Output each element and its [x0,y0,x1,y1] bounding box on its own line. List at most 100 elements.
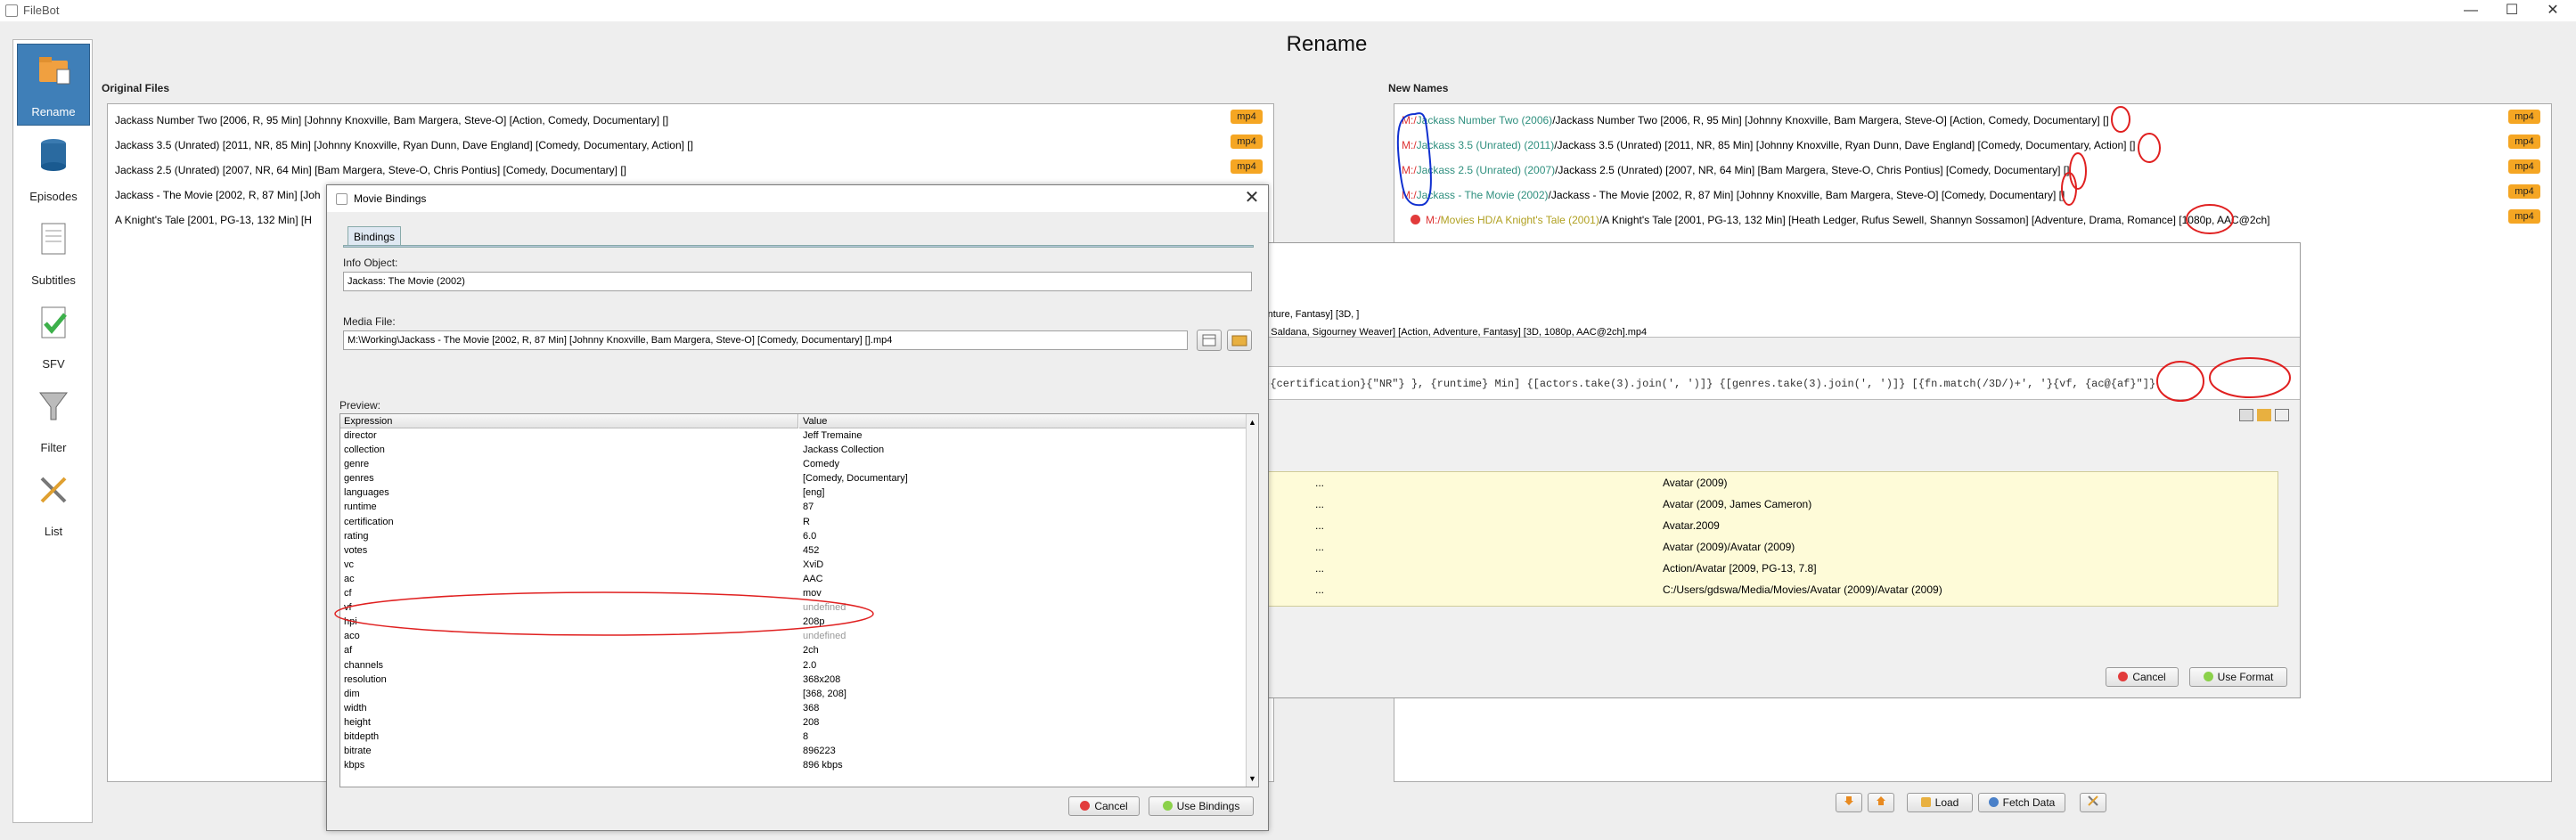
load-button[interactable]: Load [1907,793,1973,812]
use-format-button[interactable]: Use Format [2189,667,2287,687]
table-row[interactable]: rating 6.0 [340,529,1246,543]
table-row[interactable]: vc XviD [340,558,1246,572]
sidebar-item-subtitles[interactable]: Subtitles [17,213,90,295]
format-sample-area: venture, Fantasy] [3D, ] [1257,243,2300,338]
table-row: ... [1315,541,1325,553]
episodes-icon [41,139,66,171]
sidebar-item-sfv[interactable]: SFV [17,297,90,379]
sidebar-item-list[interactable]: List [17,464,90,546]
scroll-up-icon[interactable]: ▲ [1248,418,1256,427]
sidebar-item-episodes[interactable]: Episodes [17,129,90,211]
list-item[interactable]: Jackass 2.5 (Unrated) [2007, NR, 64 Min]… [115,159,1266,181]
table-icon[interactable] [2239,409,2253,421]
value-cell: 8 [803,730,809,742]
expression-cell: rating [344,530,369,542]
table-row: ... [1315,498,1325,510]
value-cell: 2.0 [803,659,817,671]
bindings-cancel-button[interactable]: Cancel [1068,796,1140,816]
list-item[interactable]: Jackass 3.5 (Unrated) [2011, NR, 85 Min]… [115,135,1266,156]
move-up-button[interactable] [1868,793,1894,812]
expression-cell: kbps [344,760,365,771]
folder-icon[interactable] [2257,409,2271,421]
settings-button[interactable] [2080,793,2106,812]
table-row[interactable]: director Jeff Tremaine [340,428,1246,443]
list-item[interactable]: M:/Jackass Number Two (2006)/Jackass Num… [1402,110,2544,131]
table-row[interactable]: collection Jackass Collection [340,443,1246,457]
format-cancel-button[interactable]: Cancel [2106,667,2179,687]
table-row[interactable]: channels 2.0 [340,658,1246,673]
media-file-field[interactable]: M:\Working\Jackass - The Movie [2002, R,… [343,330,1188,350]
expression-cell: bitdepth [344,730,380,742]
table-row[interactable]: kbps 896 kbps [340,758,1246,772]
open-folder-button[interactable] [1227,330,1252,351]
table-row[interactable]: dim [368, 208] [340,687,1246,701]
table-row[interactable]: af 2ch [340,643,1246,657]
table-row[interactable]: bitdepth 8 [340,730,1246,744]
window-title: FileBot [23,4,60,17]
value-cell: 2ch [803,645,819,657]
list-item[interactable]: M:/Jackass 3.5 (Unrated) (2011)/Jackass … [1402,135,2544,156]
table-row[interactable]: height 208 [340,715,1246,730]
value-cell: [Comedy, Documentary] [803,473,908,485]
browse-button[interactable] [1197,330,1222,351]
filebot-app-icon [336,193,348,205]
list-item[interactable]: M:/Jackass - The Movie (2002)/Jackass - … [1402,184,2544,206]
new-names-label: New Names [1388,82,1449,94]
format-toolbar [2239,409,2293,425]
move-down-button[interactable] [1836,793,1862,812]
preview-scrollbar[interactable]: ▲ ▼ [1246,414,1258,787]
minimize-button[interactable]: — [2450,0,2491,21]
table-row: Action/Avatar [2009, PG-13, 7.8] [1663,562,1817,575]
table-row: C:/Users/gdswa/Media/Movies/Avatar (2009… [1663,583,1942,596]
list-item[interactable]: M:/Movies HD/A Knight's Tale (2001)/A Kn… [1411,209,2544,231]
table-row[interactable]: ac AAC [340,572,1246,586]
value-cell: 368x208 [803,673,841,685]
scroll-down-icon[interactable]: ▼ [1248,774,1256,783]
save-icon[interactable] [2275,409,2289,421]
table-row: Avatar (2009) [1663,477,1728,489]
table-row[interactable]: vf undefined [340,600,1246,615]
table-row[interactable]: votes 452 [340,543,1246,558]
table-row: Avatar (2009)/Avatar (2009) [1663,541,1795,553]
maximize-button[interactable]: ☐ [2491,0,2532,21]
table-row[interactable]: resolution 368x208 [340,673,1246,687]
info-object-field[interactable]: Jackass: The Movie (2002) [343,272,1252,291]
list-item[interactable]: Jackass Number Two [2006, R, 95 Min] [Jo… [115,110,1266,131]
folder-icon [1231,335,1247,347]
preview-table[interactable]: Expression Value director Jeff Tremaine co… [339,413,1259,787]
sidebar: Rename Episodes Subtitles SFV Filter Lis… [12,39,93,823]
expression-cell: af [344,645,353,657]
format-expression-editor[interactable]: n}{certification}{"NR"} }, {runtime} Min… [1257,366,2300,400]
tab-bindings[interactable]: Bindings [348,226,401,246]
dialog-close-button[interactable]: ✕ [1241,185,1263,212]
folder-icon [1920,797,1931,807]
value-cell: 452 [803,544,820,556]
value-cell: 896223 [803,746,836,757]
table-row[interactable]: cf mov [340,586,1246,600]
table-row[interactable]: hpi 208p [340,615,1246,629]
fetch-data-button[interactable]: Fetch Data [1978,793,2065,812]
table-row[interactable]: aco undefined [340,629,1246,643]
list-item[interactable]: M:/Jackass 2.5 (Unrated) (2007)/Jackass … [1402,159,2544,181]
table-row[interactable]: runtime 87 [340,500,1246,514]
table-row[interactable]: genre Comedy [340,457,1246,471]
use-bindings-button[interactable]: Use Bindings [1149,796,1254,816]
column-header-expression[interactable]: Expression [340,414,798,428]
table-row[interactable]: languages [eng] [340,485,1246,500]
error-icon [1411,215,1420,224]
table-row[interactable]: genres [Comedy, Documentary] [340,471,1246,485]
media-file-label: Media File: [343,315,396,328]
movie-bindings-dialog: Movie Bindings ✕ Bindings Info Object: J… [326,184,1269,831]
expression-cell: aco [344,631,360,642]
close-window-button[interactable]: ✕ [2532,0,2573,21]
value-cell: undefined [803,602,846,614]
tools-icon [2088,795,2098,806]
sidebar-item-rename[interactable]: Rename [17,44,90,126]
table-row[interactable]: bitrate 896223 [340,744,1246,758]
table-row[interactable]: certification R [340,515,1246,529]
expression-cell: ac [344,573,355,584]
sidebar-item-filter[interactable]: Filter [17,380,90,462]
table-row[interactable]: width 368 [340,701,1246,715]
filter-icon [39,392,68,420]
column-header-value[interactable]: Value [799,414,1246,428]
